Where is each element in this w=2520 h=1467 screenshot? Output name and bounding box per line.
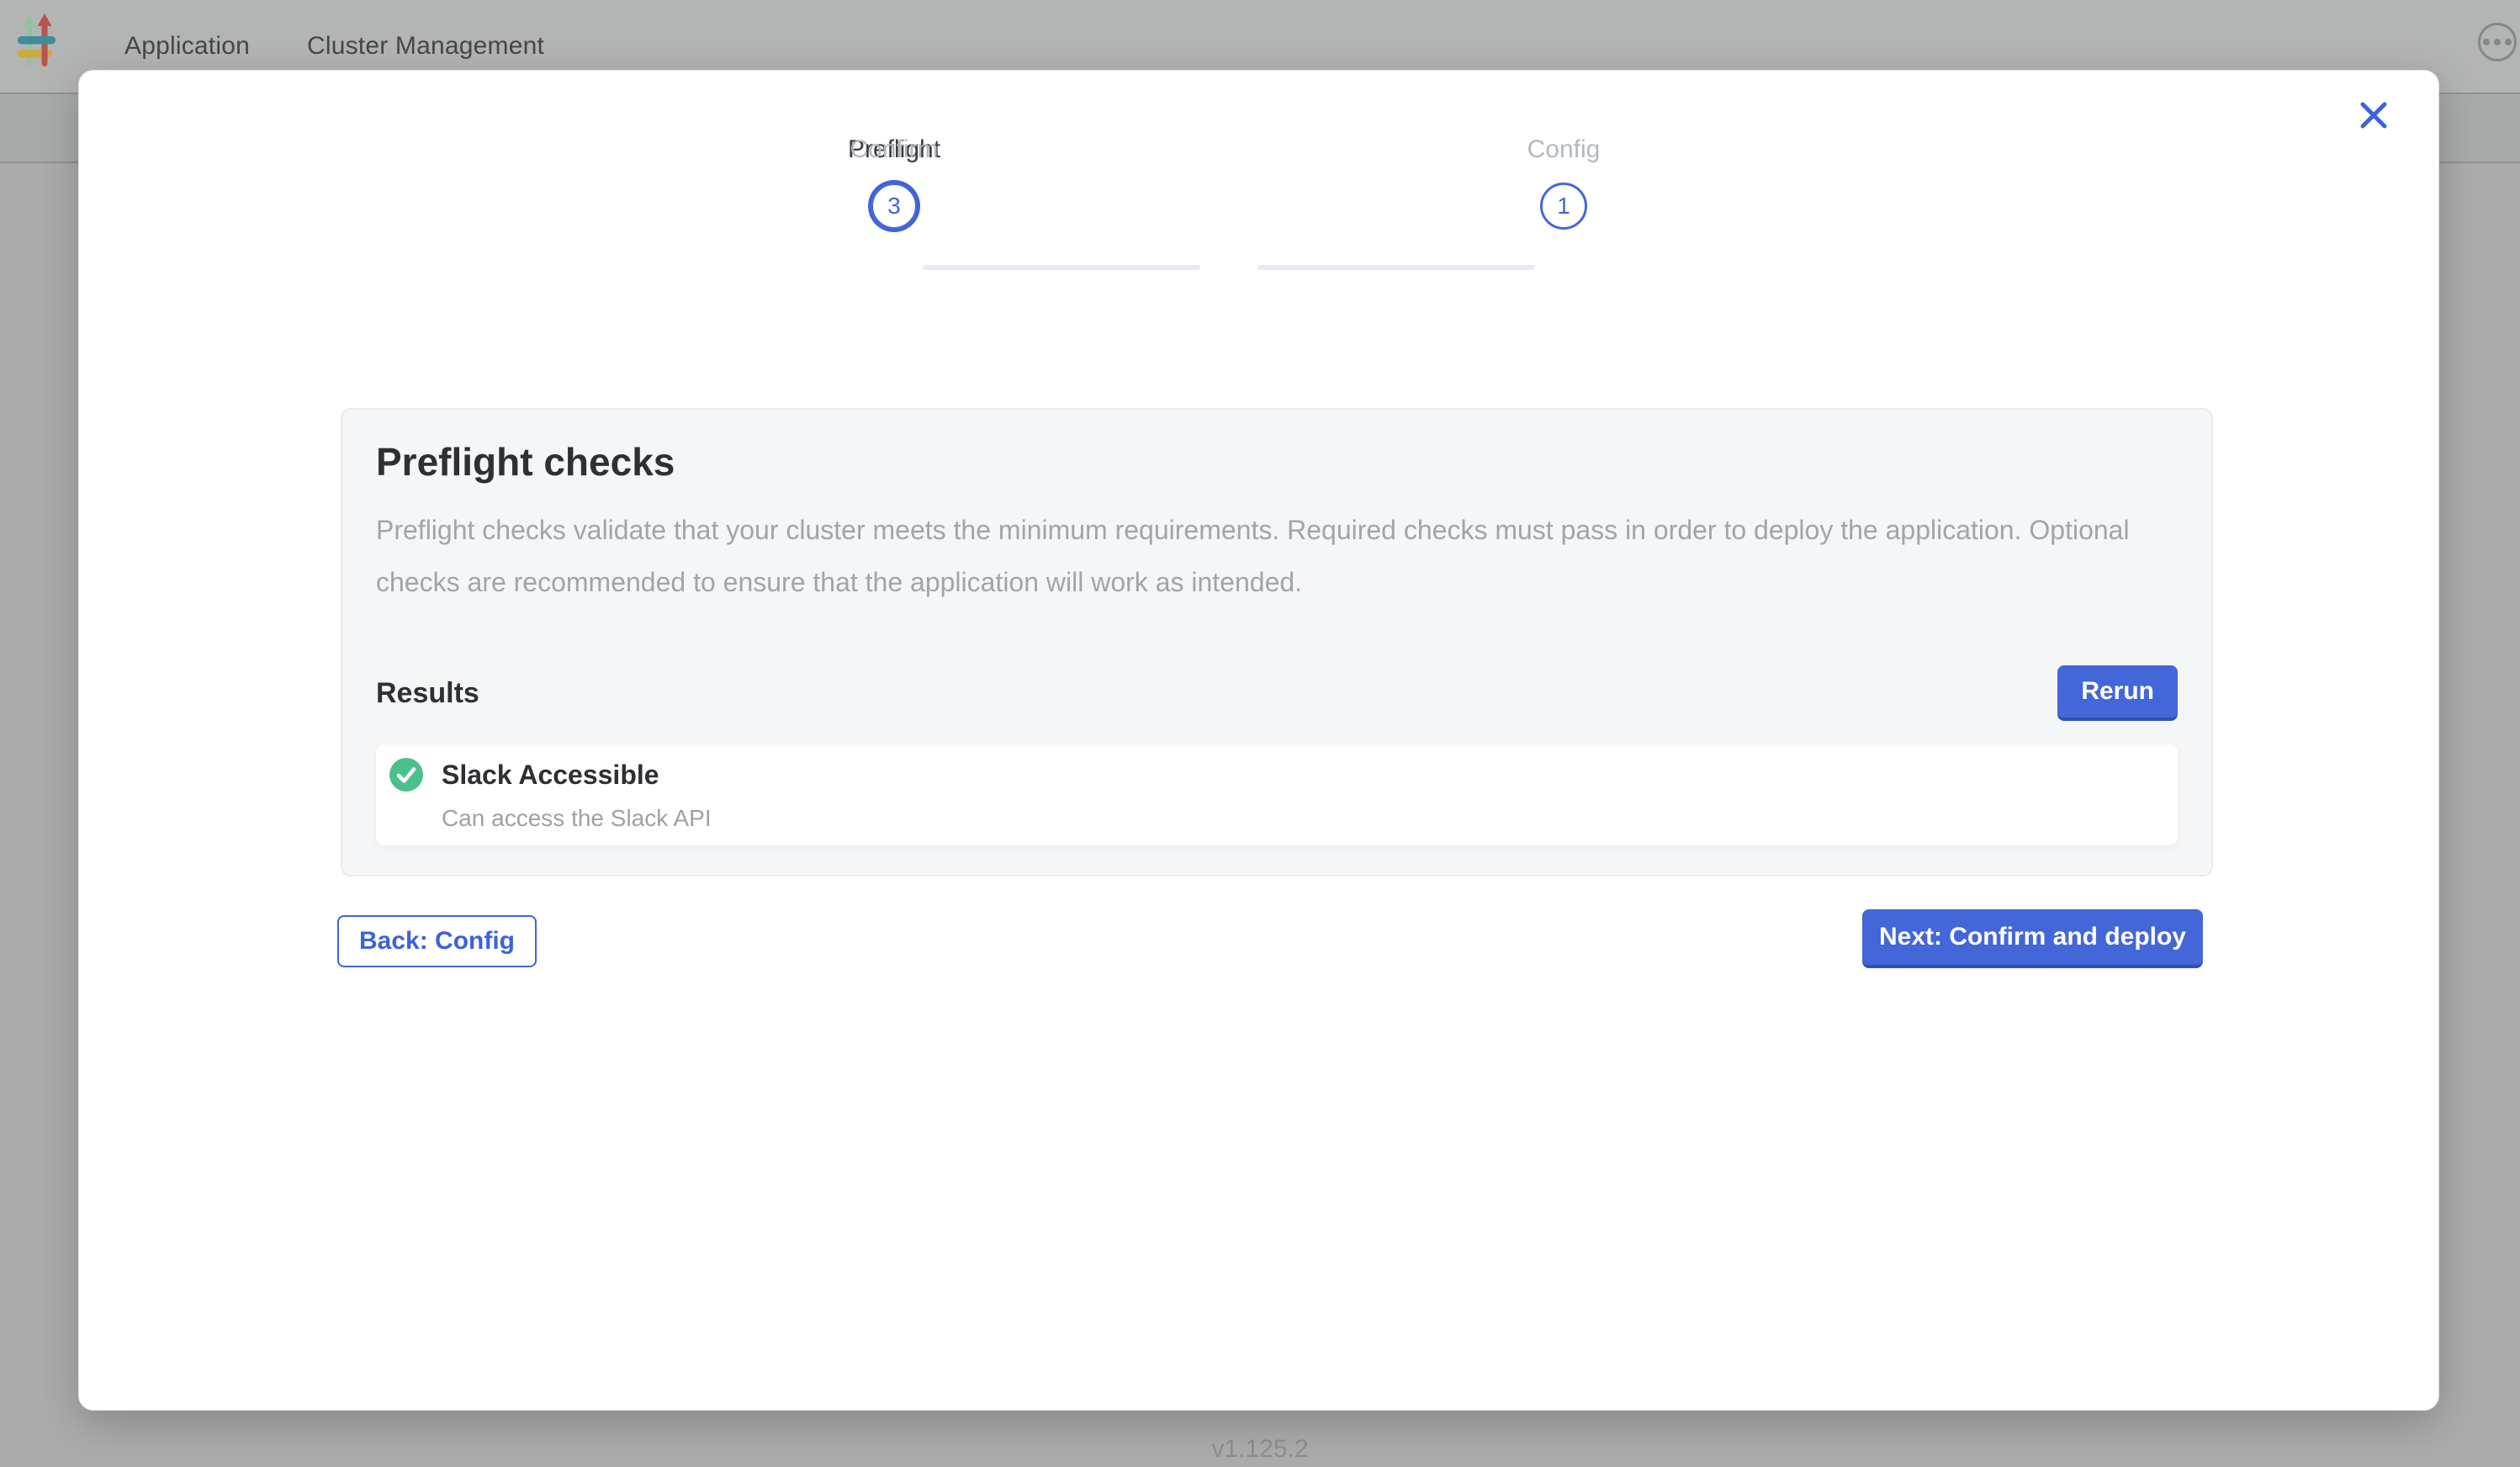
ellipsis-dot xyxy=(2494,39,2501,45)
panel-title: Preflight checks xyxy=(376,438,2178,485)
wizard-stepper: Config 1 Preflight 2 Confirm 3 xyxy=(727,135,1731,269)
preflight-modal: Config 1 Preflight 2 Confirm 3 Preflight… xyxy=(78,70,2439,1411)
rerun-button[interactable]: Rerun xyxy=(2057,665,2178,721)
step-circle-1: 1 xyxy=(1540,183,1587,230)
nav-tab-cluster-management[interactable]: Cluster Management xyxy=(307,32,544,61)
step-label: Config xyxy=(1527,135,1601,165)
next-confirm-deploy-button[interactable]: Next: Confirm and deploy xyxy=(1862,909,2203,968)
panel-description: Preflight checks validate that your clus… xyxy=(376,504,2130,608)
results-heading: Results xyxy=(376,677,479,710)
step-circle-3: 3 xyxy=(871,183,918,230)
overflow-menu-button[interactable] xyxy=(2478,23,2517,61)
ellipsis-dot xyxy=(2505,39,2512,45)
stepper-connector xyxy=(1257,265,1535,270)
back-config-button[interactable]: Back: Config xyxy=(337,915,537,967)
check-detail: Can access the Slack API xyxy=(442,805,712,832)
version-label: v1.125.2 xyxy=(0,1435,2520,1464)
nav-tab-application[interactable]: Application xyxy=(124,32,250,61)
preflight-panel: Preflight checks Preflight checks valida… xyxy=(341,408,2213,876)
close-icon[interactable] xyxy=(2358,99,2390,131)
step-label: Confirm xyxy=(850,135,938,165)
ellipsis-dot xyxy=(2483,39,2490,45)
step-config: Config 1 xyxy=(1396,135,1731,232)
check-pass-icon xyxy=(389,758,423,792)
step-confirm: Confirm 3 xyxy=(727,135,1061,232)
check-name: Slack Accessible xyxy=(442,758,712,792)
app-logo-icon xyxy=(12,13,62,74)
stepper-connector xyxy=(923,265,1200,270)
preflight-check-row: Slack Accessible Can access the Slack AP… xyxy=(376,744,2178,845)
